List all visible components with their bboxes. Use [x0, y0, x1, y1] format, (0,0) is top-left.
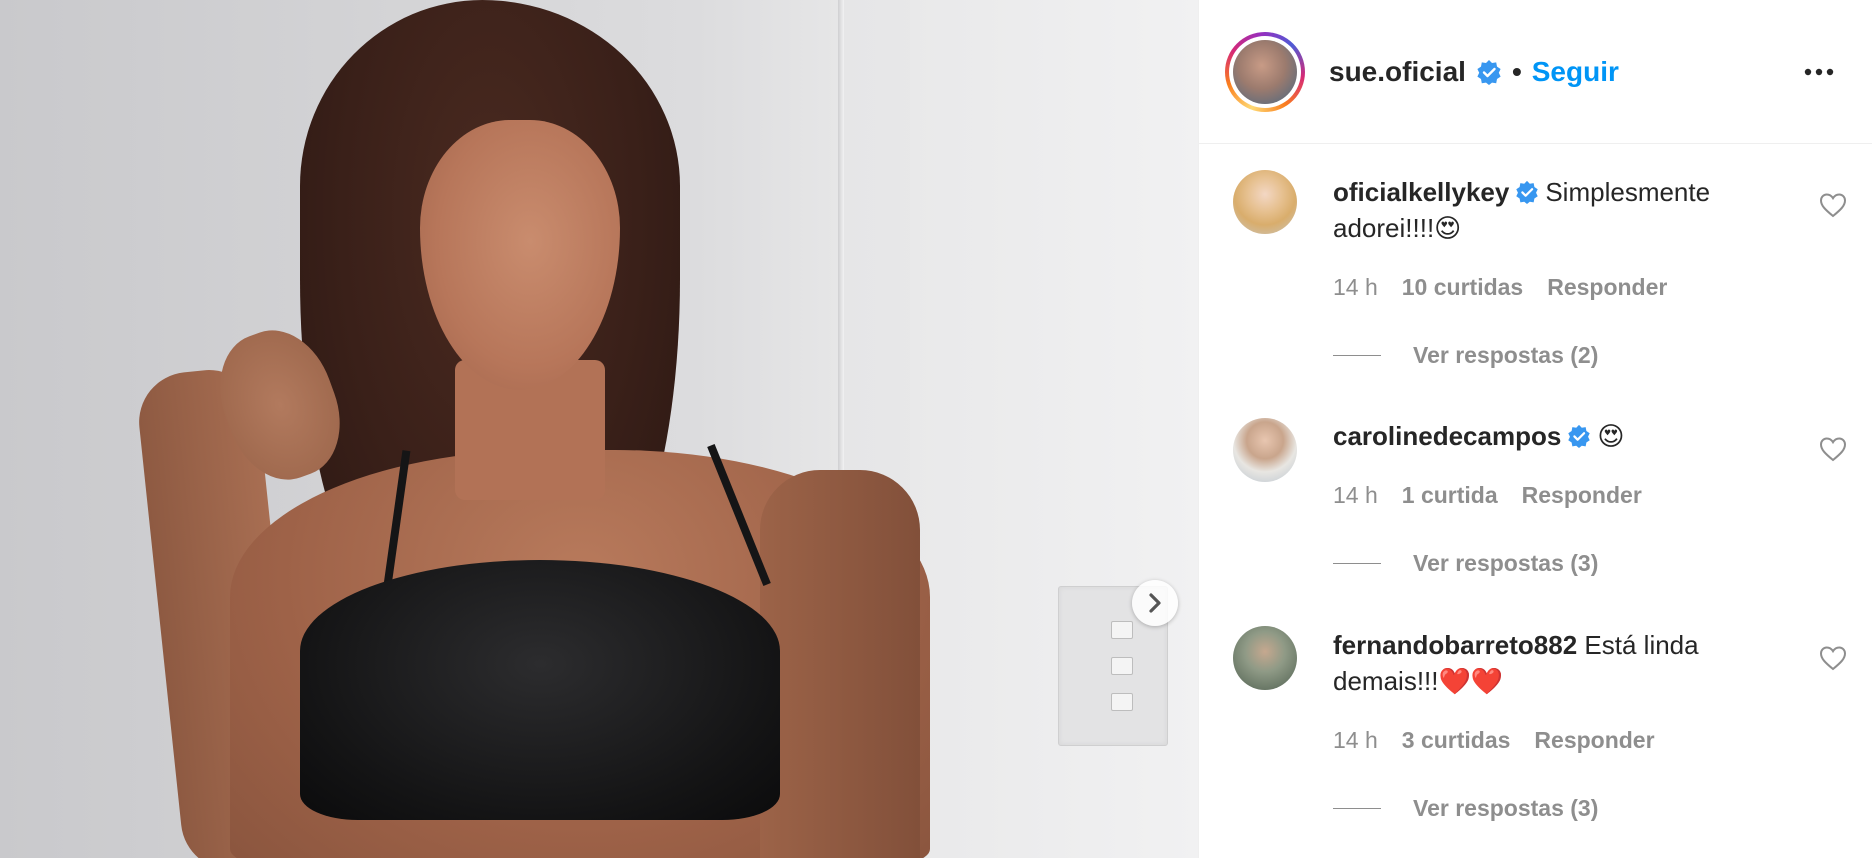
comment-meta: 14 h 1 curtida Responder	[1333, 482, 1642, 509]
post-side-panel: sue.oficial • Seguir oficialkellykey Simp…	[1198, 0, 1872, 858]
comment-username[interactable]: fernandobarreto882	[1333, 630, 1577, 660]
view-replies-button[interactable]: Ver respostas (3)	[1333, 795, 1598, 822]
author-line: sue.oficial • Seguir	[1329, 52, 1619, 92]
commenter-avatar[interactable]	[1233, 418, 1297, 482]
comment-likes[interactable]: 3 curtidas	[1402, 727, 1511, 754]
next-photo-button[interactable]	[1132, 580, 1178, 626]
replies-divider	[1333, 563, 1381, 564]
comment-content: fernandobarreto882 Está linda demais!!!❤…	[1333, 627, 1763, 699]
verified-badge-icon	[1516, 180, 1539, 204]
more-options-icon	[1804, 68, 1834, 76]
view-replies-button[interactable]: Ver respostas (3)	[1333, 550, 1598, 577]
comment-content: oficialkellykey Simplesmente adorei!!!!😍	[1333, 174, 1763, 246]
view-replies-button[interactable]: Ver respostas (2)	[1333, 342, 1598, 369]
comment-likes[interactable]: 10 curtidas	[1402, 274, 1523, 301]
author-avatar-image	[1233, 40, 1297, 104]
comment-username[interactable]: carolinedecampos	[1333, 421, 1561, 451]
follow-button[interactable]: Seguir	[1532, 56, 1619, 88]
commenter-avatar[interactable]	[1233, 626, 1297, 690]
comment-content: carolinedecampos 😍	[1333, 418, 1763, 454]
comment-text: 😍	[1597, 421, 1625, 451]
reply-button[interactable]: Responder	[1522, 482, 1642, 509]
post-photo	[0, 0, 1198, 858]
comment-time[interactable]: 14 h	[1333, 482, 1378, 509]
post-header: sue.oficial • Seguir	[1199, 0, 1872, 144]
right-arm	[760, 470, 920, 858]
switch-button	[1111, 657, 1133, 675]
separator-dot: •	[1511, 56, 1522, 87]
reply-button[interactable]: Responder	[1547, 274, 1667, 301]
author-username[interactable]: sue.oficial	[1329, 56, 1466, 88]
comment-time[interactable]: 14 h	[1333, 727, 1378, 754]
verified-badge-icon	[1568, 424, 1591, 448]
comment-likes[interactable]: 1 curtida	[1402, 482, 1498, 509]
reply-button[interactable]: Responder	[1534, 727, 1654, 754]
like-heart-icon[interactable]	[1819, 192, 1847, 218]
view-replies-label: Ver respostas (3)	[1413, 550, 1599, 576]
author-avatar[interactable]	[1225, 32, 1305, 112]
verified-badge-icon	[1477, 60, 1501, 85]
comment-time[interactable]: 14 h	[1333, 274, 1378, 301]
comment-meta: 14 h 3 curtidas Responder	[1333, 727, 1655, 754]
more-options-button[interactable]	[1799, 62, 1839, 82]
like-heart-icon[interactable]	[1819, 645, 1847, 671]
switch-button	[1111, 621, 1133, 639]
black-sports-top	[300, 560, 780, 820]
view-replies-label: Ver respostas (3)	[1413, 795, 1599, 821]
comment-meta: 14 h 10 curtidas Responder	[1333, 274, 1667, 301]
replies-divider	[1333, 808, 1381, 809]
like-heart-icon[interactable]	[1819, 436, 1847, 462]
view-replies-label: Ver respostas (2)	[1413, 342, 1599, 368]
switch-button	[1111, 693, 1133, 711]
replies-divider	[1333, 355, 1381, 356]
commenter-avatar[interactable]	[1233, 170, 1297, 234]
comment-username[interactable]: oficialkellykey	[1333, 177, 1509, 207]
chevron-right-icon	[1149, 593, 1161, 613]
